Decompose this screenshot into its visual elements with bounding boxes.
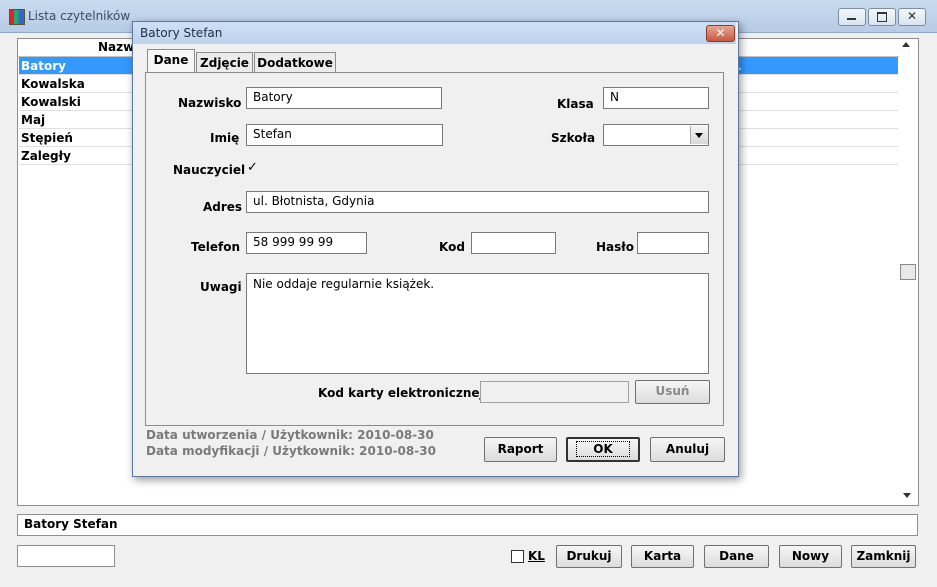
scrollbar-thumb[interactable] <box>900 264 916 280</box>
usun-button[interactable]: Usuń <box>635 380 710 404</box>
maximize-icon <box>877 12 887 22</box>
ok-button-label: OK <box>576 441 630 457</box>
klasa-label: Klasa <box>557 97 594 111</box>
ok-button[interactable]: OK <box>566 437 640 462</box>
zamknij-button[interactable]: Zamknij <box>851 545 916 568</box>
app-icon <box>9 9 25 25</box>
imie-field[interactable]: Stefan <box>246 124 443 146</box>
minimize-icon <box>847 18 856 20</box>
list-row-name: Stępień <box>21 131 73 145</box>
uwagi-textarea[interactable]: Nie oddaje regularnie książek. <box>246 273 709 374</box>
szkola-label: Szkoła <box>551 131 596 145</box>
kod-label: Kod <box>439 240 465 254</box>
modified-info: Data modyfikacji / Użytkownik: 2010-08-3… <box>146 444 436 458</box>
adres-field[interactable]: ul. Błotnista, Gdynia <box>246 191 709 213</box>
karta-button[interactable]: Karta <box>631 545 694 568</box>
kod-field[interactable] <box>471 232 556 254</box>
uwagi-label: Uwagi <box>200 280 242 294</box>
nauczyciel-label: Nauczyciel <box>173 163 246 177</box>
haslo-field[interactable] <box>637 232 709 254</box>
close-window-button[interactable]: ✕ <box>898 8 926 26</box>
list-row-name: Batory <box>21 59 66 73</box>
kl-label: KL <box>528 549 545 563</box>
selected-reader-name: Batory Stefan <box>24 517 118 531</box>
nazwisko-label: Nazwisko <box>178 96 242 110</box>
close-icon: ✕ <box>715 26 726 40</box>
imie-label: Imię <box>210 131 240 145</box>
selected-reader-bar: Batory Stefan <box>17 514 918 536</box>
dane-button[interactable]: Dane <box>704 545 769 568</box>
karta-label: Kod karty elektronicznej <box>318 386 484 400</box>
close-icon: ✕ <box>906 9 918 23</box>
drukuj-button[interactable]: Drukuj <box>556 545 622 568</box>
maximize-button[interactable] <box>868 8 896 26</box>
nazwisko-field[interactable]: Batory <box>246 87 442 109</box>
kl-checkbox[interactable] <box>511 550 524 563</box>
telefon-label: Telefon <box>191 240 240 254</box>
list-row-name: Maj <box>21 113 46 127</box>
tab-dane[interactable]: Dane <box>147 49 195 73</box>
tab-zdjecie[interactable]: Zdjęcie <box>196 52 253 72</box>
nauczyciel-checkbox[interactable]: ✓ <box>247 160 259 175</box>
adres-label: Adres <box>203 200 243 214</box>
scroll-up-icon[interactable] <box>902 42 910 47</box>
dialog-title: Batory Stefan <box>140 26 223 40</box>
haslo-label: Hasło <box>596 240 634 254</box>
list-header-name[interactable]: Nazw <box>98 40 134 54</box>
list-row-name: Zaległy <box>21 149 71 163</box>
main-window-title: Lista czytelników <box>28 9 131 23</box>
created-info: Data utworzenia / Użytkownik: 2010-08-30 <box>146 428 434 442</box>
chevron-down-icon <box>695 133 703 138</box>
raport-button[interactable]: Raport <box>484 437 557 462</box>
dialog-titlebar <box>133 22 736 44</box>
scroll-down-icon[interactable] <box>903 493 911 498</box>
anuluj-button[interactable]: Anuluj <box>650 437 725 462</box>
checkmark-icon: ✓ <box>247 160 258 175</box>
telefon-field[interactable]: 58 999 99 99 <box>246 232 367 254</box>
list-row-name: Kowalska <box>21 77 85 91</box>
szkola-dropdown-button[interactable] <box>690 126 708 144</box>
list-row-name: Kowalski <box>21 95 81 109</box>
karta-field[interactable] <box>480 381 629 403</box>
minimize-button[interactable] <box>838 8 866 26</box>
klasa-field[interactable]: N <box>603 87 709 109</box>
dialog-close-button[interactable]: ✕ <box>706 25 735 42</box>
tab-dodatkowe[interactable]: Dodatkowe <box>254 52 336 72</box>
nowy-button[interactable]: Nowy <box>779 545 842 568</box>
search-input[interactable] <box>17 545 115 567</box>
